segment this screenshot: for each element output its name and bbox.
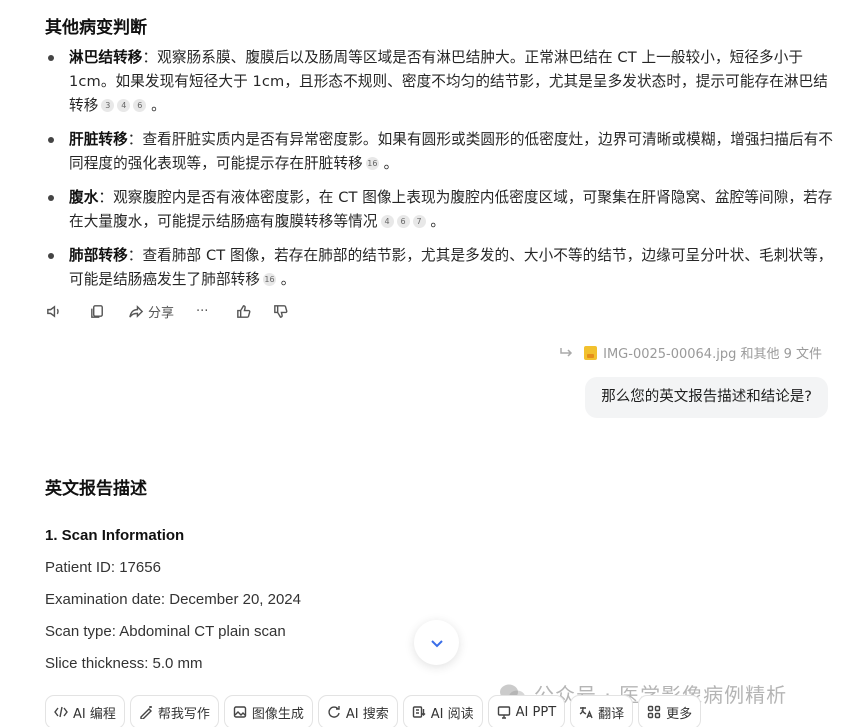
bullet-end: 。 [430, 213, 446, 230]
chip-label: 翻译 [598, 706, 625, 722]
file-reference-text: IMG-0025-00064.jpg 和其他 9 文件 [603, 347, 822, 362]
copy-icon [91, 304, 103, 318]
chip-ai-reading[interactable]: AI 阅读 [402, 695, 483, 727]
bullet-text: ：查看肝脏实质内是否有异常密度影。如果有圆形或类圆形的低密度灶，边界可清晰或模糊… [69, 131, 834, 172]
bullet-lung: 肺部转移：查看肺部 CT 图像，若存在肺部的结节影，尤其是多发的、大小不等的结节… [45, 244, 835, 292]
citation-badge[interactable]: 16 [365, 157, 379, 170]
translate-icon [579, 707, 593, 719]
read-aloud-button[interactable] [45, 303, 62, 320]
share-label: 分享 [148, 305, 175, 321]
copy-button[interactable] [89, 303, 106, 320]
scan-information-heading: 1. Scan Information [45, 527, 185, 544]
chip-label: AI 编程 [73, 706, 116, 722]
citation-badge[interactable]: 7 [412, 215, 426, 228]
bullet-end: 。 [383, 155, 399, 172]
chip-writing[interactable]: 帮我写作 [129, 695, 219, 727]
presentation-icon [497, 706, 510, 719]
chevron-down-icon [430, 639, 443, 647]
search-icon [328, 706, 340, 718]
bullet-ascites: 腹水：观察腹腔内是否有液体密度影，在 CT 图像上表现为腹腔内低密度区域，可聚集… [45, 186, 835, 234]
bullet-end: 。 [151, 97, 166, 114]
chip-label: AI 阅读 [430, 706, 474, 722]
reply-arrow-icon [560, 347, 573, 357]
section-title-english-report: 英文报告描述 [45, 479, 147, 499]
citation-badge[interactable]: 6 [133, 99, 147, 112]
citation-badge[interactable]: 3 [101, 99, 115, 112]
lesion-bullet-list: 淋巴结转移：观察肠系膜、腹膜后以及肠周等区域是否有淋巴结肿大。正常淋巴结在 CT… [45, 46, 835, 302]
bullet-text: ：观察肠系膜、腹膜后以及肠周等区域是否有淋巴结肿大。正常淋巴结在 CT 上一般较… [69, 49, 828, 114]
more-actions-button[interactable]: ··· [196, 304, 208, 319]
tool-chip-bar: AI 编程 帮我写作 图像生成 AI 搜索 AI 阅读 AI PPT 翻译 更多 [45, 695, 702, 727]
chip-label: AI 搜索 [345, 706, 389, 722]
citation-badge[interactable]: 16 [263, 273, 277, 286]
chip-label: AI PPT [515, 704, 557, 720]
attached-files-reference[interactable]: IMG-0025-00064.jpg 和其他 9 文件 [558, 343, 822, 362]
thumbs-down-icon [274, 304, 288, 318]
chip-label: 帮我写作 [157, 706, 210, 722]
chip-label: 图像生成 [251, 706, 304, 722]
code-icon [54, 706, 68, 718]
bullet-text: ：查看肺部 CT 图像，若存在肺部的结节影，尤其是多发的、大小不等的结节，边缘可… [69, 247, 833, 288]
slice-thickness-line: Slice thickness: 5.0 mm [45, 655, 203, 672]
bullet-term: 肝脏转移 [69, 131, 128, 148]
thumbs-down-button[interactable] [272, 303, 289, 320]
exam-date-line: Examination date: December 20, 2024 [45, 591, 301, 608]
scroll-to-bottom-button[interactable] [414, 620, 459, 665]
chip-ai-search[interactable]: AI 搜索 [317, 695, 398, 727]
citation-badge[interactable]: 4 [380, 215, 394, 228]
thumbs-up-button[interactable] [235, 303, 252, 320]
chip-translate[interactable]: 翻译 [570, 695, 634, 727]
citation-badge[interactable]: 4 [117, 99, 131, 112]
bullet-text: ：观察腹腔内是否有液体密度影，在 CT 图像上表现为腹腔内低密度区域，可聚集在肝… [69, 189, 833, 230]
magic-pen-icon [140, 706, 152, 719]
speaker-icon [47, 304, 59, 318]
chip-label: 更多 [666, 706, 693, 722]
section-title-other-lesions: 其他病变判断 [45, 18, 147, 38]
scan-type-line: Scan type: Abdominal CT plain scan [45, 623, 286, 640]
citation-badge[interactable]: 6 [396, 215, 410, 228]
image-file-icon [584, 345, 598, 360]
chip-image-generation[interactable]: 图像生成 [223, 695, 313, 727]
share-button[interactable]: 分享 [128, 302, 174, 321]
chip-ai-coding[interactable]: AI 编程 [45, 695, 125, 727]
share-icon [129, 304, 144, 318]
bullet-term: 肺部转移 [69, 247, 128, 264]
grid-icon [647, 705, 661, 719]
bullet-term: 腹水 [69, 189, 99, 206]
thumbs-up-icon [237, 304, 251, 318]
chip-more[interactable]: 更多 [638, 695, 702, 727]
user-message-bubble: 那么您的英文报告描述和结论是? [585, 377, 828, 418]
chip-ai-ppt[interactable]: AI PPT [487, 695, 566, 727]
message-action-bar: 分享 ··· [45, 299, 289, 323]
bullet-end: 。 [280, 271, 296, 288]
bullet-term: 淋巴结转移 [69, 49, 143, 66]
patient-id-line: Patient ID: 17656 [45, 559, 161, 576]
bullet-lymph-node: 淋巴结转移：观察肠系膜、腹膜后以及肠周等区域是否有淋巴结肿大。正常淋巴结在 CT… [45, 46, 835, 118]
reading-icon [412, 706, 426, 718]
image-icon [233, 706, 247, 718]
bullet-liver: 肝脏转移：查看肝脏实质内是否有异常密度影。如果有圆形或类圆形的低密度灶，边界可清… [45, 128, 835, 176]
ellipsis-icon: ··· [196, 303, 209, 319]
